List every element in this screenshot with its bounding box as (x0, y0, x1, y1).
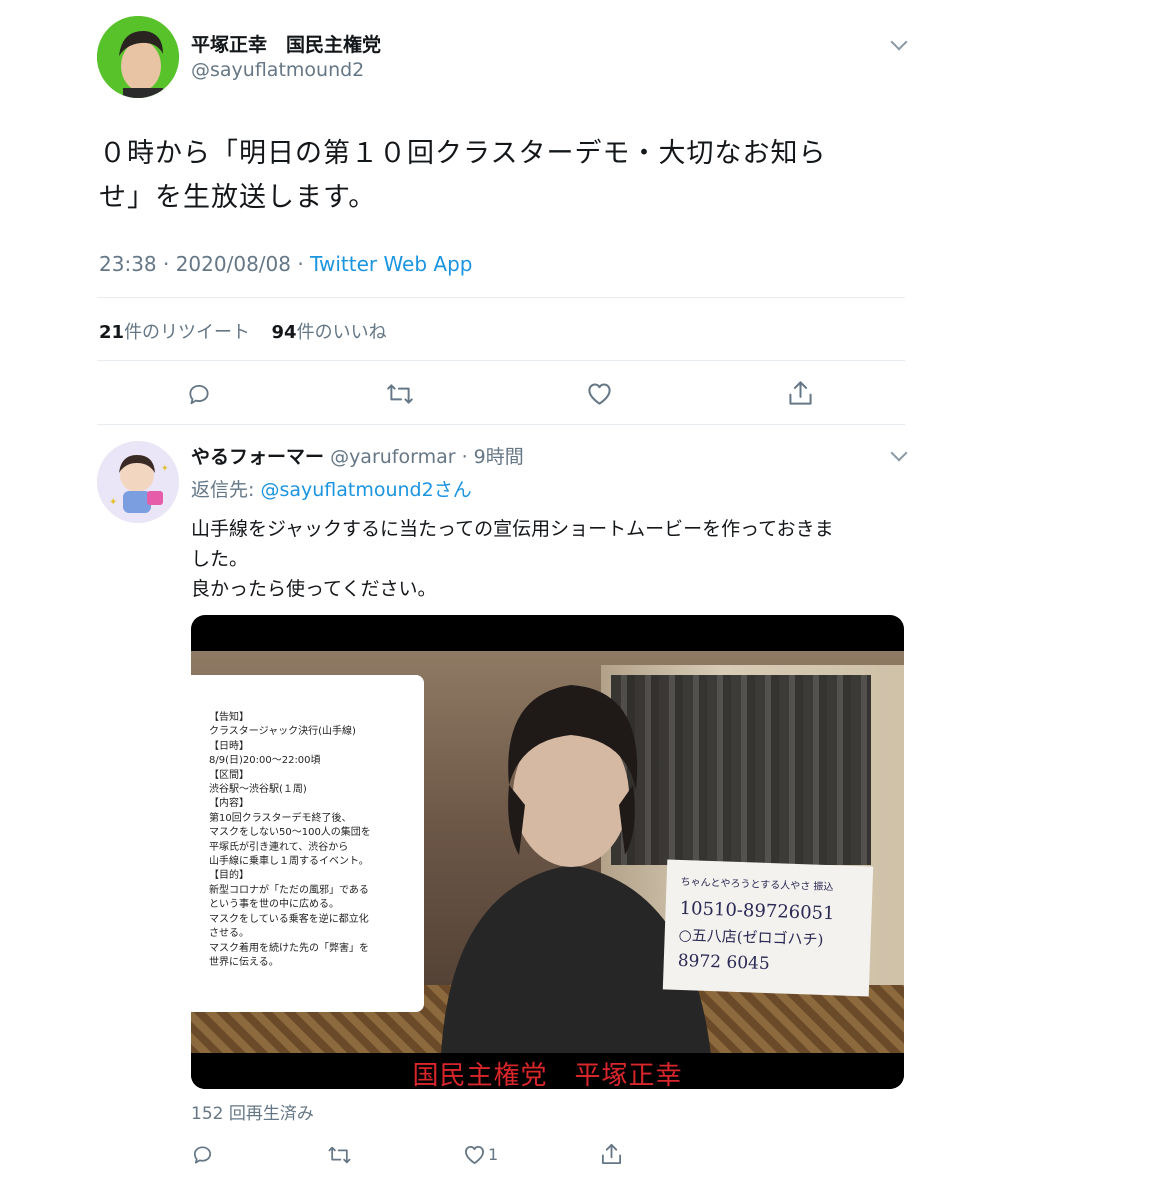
notice-line: 【内容】 (209, 798, 249, 810)
svg-text:✦: ✦ (161, 464, 169, 474)
svg-text:✦: ✦ (109, 497, 117, 508)
notice-card: 【告知】 クラスタージャック決行(山手線) 【日時】 8/9(日)20:00〜2… (191, 675, 424, 1012)
notice-line: 8/9(日)20:00〜22:00頃 (209, 755, 321, 767)
tweet-time[interactable]: 23:38 · 2020/08/08 · (99, 252, 310, 276)
heart-icon (465, 1145, 484, 1164)
view-count: 152 回再生済み (191, 1104, 314, 1124)
reply-text-line-2: した。 (191, 548, 249, 570)
notice-line: 平塚氏が引き連れて、渋谷から (209, 841, 349, 853)
notice-line: 【区間】 (209, 769, 249, 781)
notice-line: 世界に伝える。 (209, 956, 279, 968)
retweet-label: 件のリツイート (124, 322, 251, 343)
like-count: 94 (271, 322, 297, 343)
like-count: 1 (488, 1145, 499, 1164)
author-handle[interactable]: @sayuflatmound2 (191, 59, 364, 81)
tweet-text-line-1: ０時から「明日の第１０回クラスターデモ・大切なお知ら (99, 138, 827, 169)
share-button[interactable] (787, 379, 814, 407)
engagement-stats: 21件のリツイート 94件のいいね (99, 318, 387, 344)
reply-text-line-3: 良かったら使ってください。 (191, 578, 437, 600)
tweet-text-line-2: せ」を生放送します。 (99, 182, 377, 213)
reply-text-line-1: 山手線をジャックするに当たっての宣伝用ショートムービーを作っておきま (191, 518, 834, 540)
share-icon (789, 381, 812, 405)
notice-line: 【告知】 (209, 712, 249, 723)
share-button[interactable] (600, 1142, 623, 1166)
notice-line: マスクをしない50〜100人の集団を (209, 827, 371, 839)
like-label: 件のいいね (296, 322, 387, 343)
notice-line: マスクをしている乗客を逆に都立化 (209, 913, 369, 925)
retweet-icon (328, 1146, 351, 1164)
person (441, 685, 711, 1055)
reply-to-prefix: 返信先: (191, 479, 261, 501)
retweet-count: 21 (99, 322, 125, 343)
author-name[interactable]: 平塚正幸 国民主権党 (191, 30, 381, 57)
retweet-icon (387, 384, 413, 404)
share-icon (601, 1143, 622, 1165)
reply-header: やるフォーマー @yaruformar · 9時間 (191, 442, 524, 469)
notice-line: 渋谷駅〜渋谷駅(１周) (209, 784, 307, 796)
chevron-down-icon[interactable] (890, 444, 908, 462)
notice-line: 【目的】 (209, 870, 249, 882)
whiteboard: ちゃんとやろうとする人やさ 振込 10510-89726051 ○五八店(ゼロゴ… (662, 859, 874, 997)
retweet-button[interactable] (386, 381, 414, 407)
notice-line: 山手線に乗車し１周するイベント。 (209, 856, 369, 868)
like-button[interactable] (586, 381, 613, 406)
video-caption: 国民主権党 平塚正幸 (412, 1061, 683, 1089)
reply-button[interactable] (191, 1143, 214, 1166)
notice-line: 新型コロナが「ただの風邪」である (209, 884, 369, 896)
notice-line: クラスタージャック決行(山手線) (209, 726, 356, 738)
like-button[interactable]: 1 (463, 1144, 498, 1165)
retweet-stat[interactable]: 21件のリツイート (99, 322, 250, 343)
retweet-button[interactable] (327, 1144, 352, 1166)
chevron-down-icon[interactable] (890, 33, 908, 51)
notice-line: マスク着用を続けた先の「弊害」を (209, 942, 369, 954)
reply-author-avatar[interactable]: ✦ ✦ (97, 441, 179, 523)
divider (97, 424, 905, 425)
author-avatar[interactable] (97, 16, 179, 98)
tweet-timestamp-row: 23:38 · 2020/08/08 · Twitter Web App (99, 252, 472, 276)
reply-author-name[interactable]: やるフォーマー (191, 446, 324, 468)
reply-handle-time[interactable]: @yaruformar · 9時間 (330, 446, 524, 468)
reply-button[interactable] (186, 381, 212, 407)
notice-line: させる。 (209, 928, 249, 940)
like-stat[interactable]: 94件のいいね (272, 322, 387, 343)
notice-line: 【日時】 (209, 740, 249, 752)
divider (97, 360, 905, 361)
tweet-source-link[interactable]: Twitter Web App (310, 252, 472, 276)
reply-to-handle-link[interactable]: @sayuflatmound2さん (260, 479, 471, 501)
notice-line: 第10回クラスターデモ終了後、 (209, 812, 352, 824)
reply-icon (189, 384, 209, 405)
whiteboard-text: ちゃんとやろうとする人やさ 振込 10510-89726051 ○五八店(ゼロゴ… (677, 870, 836, 979)
notice-text: 【告知】 クラスタージャック決行(山手線) 【日時】 8/9(日)20:00〜2… (209, 711, 371, 970)
heart-icon (588, 383, 611, 405)
divider (97, 297, 905, 298)
whiteboard-line: 8972 6045 (677, 950, 771, 975)
notice-line: という事を世の中に広める。 (209, 899, 339, 911)
reply-icon (193, 1146, 212, 1164)
reply-to-line: 返信先: @sayuflatmound2さん (191, 475, 472, 502)
video-player[interactable]: 【告知】 クラスタージャック決行(山手線) 【日時】 8/9(日)20:00〜2… (191, 615, 904, 1089)
